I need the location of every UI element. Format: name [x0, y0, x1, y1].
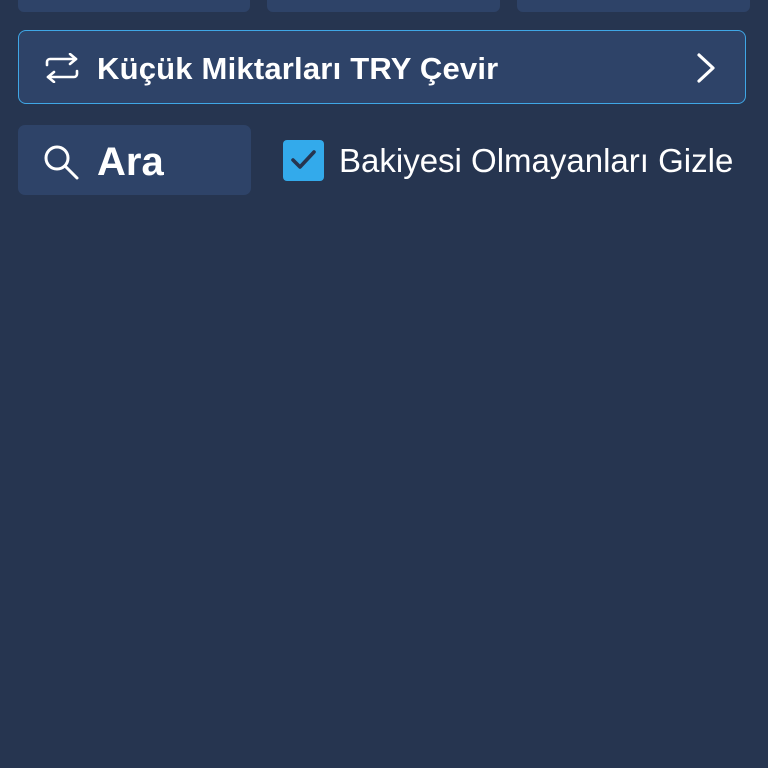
top-tab-1[interactable]	[18, 0, 250, 12]
checkmark-icon	[291, 150, 316, 169]
convert-banner-label: Küçük Miktarları TRY Çevir	[97, 51, 499, 86]
search-placeholder: Ara	[97, 140, 164, 184]
hide-zero-balances-toggle[interactable]: Bakiyesi Olmayanları Gizle	[283, 140, 753, 182]
hide-zero-balances-label: Bakiyesi Olmayanları Gizle	[339, 142, 734, 179]
hide-zero-balances-checkbox[interactable]	[283, 140, 324, 181]
top-tab-2[interactable]	[267, 0, 500, 12]
convert-small-amounts-button[interactable]: Küçük Miktarları TRY Çevir	[18, 30, 746, 104]
chevron-right-icon	[697, 53, 715, 83]
top-tab-3[interactable]	[517, 0, 750, 12]
swap-arrows-icon	[45, 53, 79, 83]
search-input[interactable]: Ara	[18, 125, 251, 195]
search-icon	[44, 145, 79, 180]
